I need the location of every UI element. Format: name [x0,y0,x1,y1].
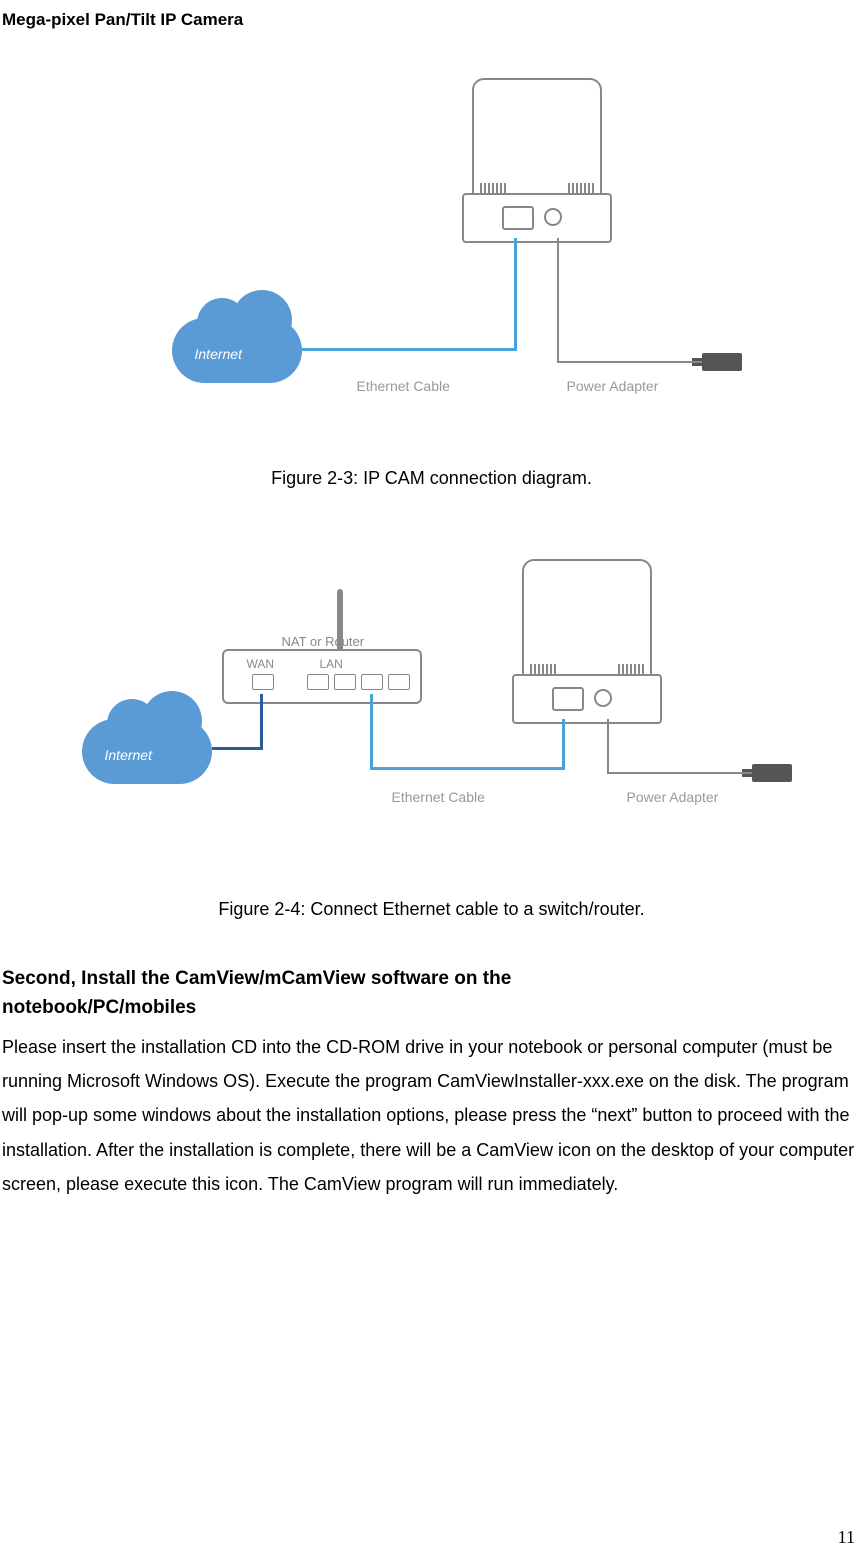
ethernet-cable-label: Ethernet Cable [392,789,485,805]
document-header: Mega-pixel Pan/Tilt IP Camera [0,10,863,30]
figure-2-4-caption: Figure 2-4: Connect Ethernet cable to a … [0,899,863,920]
power-cable-line [557,361,702,363]
internet-label: Internet [105,747,152,763]
lan-port-icon [361,674,383,690]
section-body-text: Please insert the installation CD into t… [0,1030,863,1201]
power-cable-line-vertical [557,238,559,363]
figure-2-3-caption: Figure 2-3: IP CAM connection diagram. [0,468,863,489]
section-heading: Second, Install the CamView/mCamView sof… [0,965,863,1022]
ethernet-cable-label: Ethernet Cable [357,378,450,394]
figure-2-3-diagram: Internet Ethernet Cable Power Adapter [152,78,712,428]
lan-port-label: LAN [320,657,343,671]
wan-port-label: WAN [247,657,275,671]
section-heading-line-2: notebook/PC/mobiles [2,997,196,1018]
power-cable-line [607,772,752,774]
wan-cable-line [212,747,262,750]
wan-port-icon [252,674,274,690]
ethernet-cable-line [302,348,517,351]
section-heading-line-1: Second, Install the CamView/mCamView sof… [2,968,511,989]
power-adapter-label: Power Adapter [567,378,659,394]
ethernet-cable-line-vertical [514,238,517,351]
lan-port-icon [334,674,356,690]
ethernet-cable-line-vertical-2 [562,719,565,770]
lan-port-icon [388,674,410,690]
power-plug-icon [752,764,792,782]
camera-icon [512,559,662,729]
lan-port-icon [307,674,329,690]
power-adapter-label: Power Adapter [627,789,719,805]
camera-icon [462,78,612,248]
figure-2-4-diagram: NAT or Router WAN LAN Internet Ethernet … [72,549,792,849]
nat-router-label: NAT or Router [282,634,365,649]
internet-label: Internet [195,346,242,362]
ethernet-cable-line [370,767,565,770]
ethernet-cable-line-vertical [370,694,373,769]
page-number: 11 [838,1527,855,1548]
power-plug-icon [702,353,742,371]
power-cable-line-vertical [607,719,609,774]
wan-cable-line-vertical [260,694,263,750]
